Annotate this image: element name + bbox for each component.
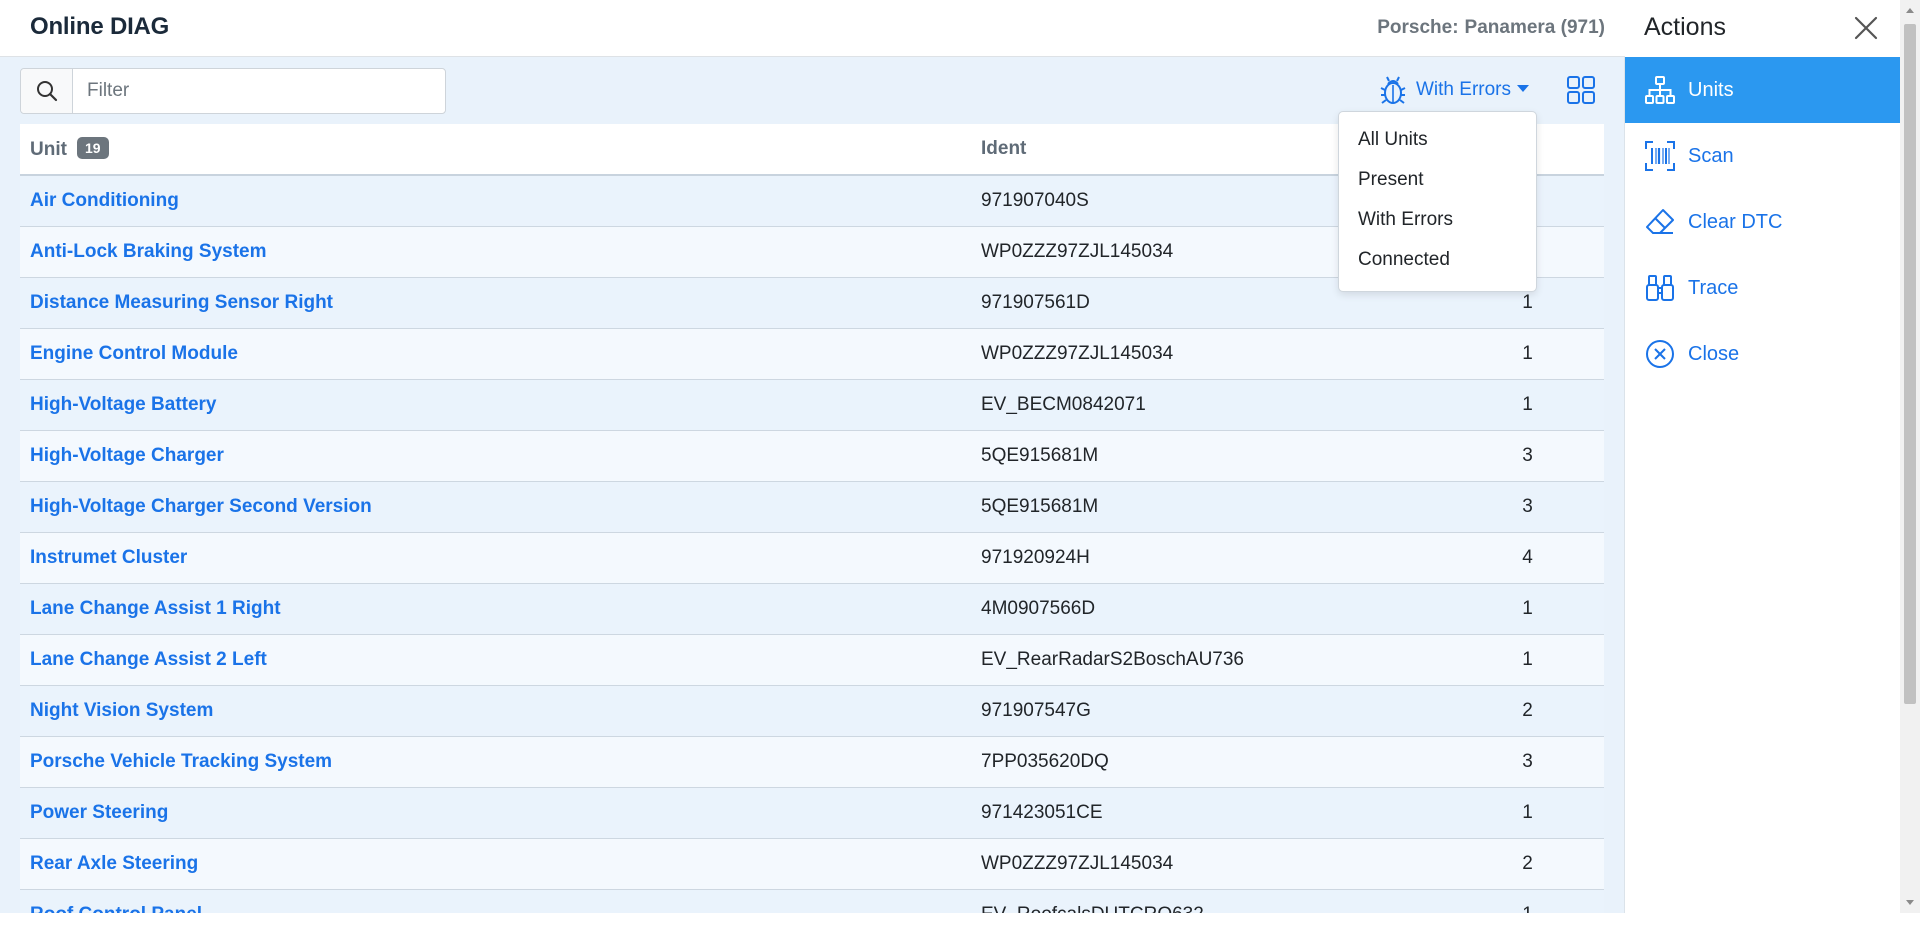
table-row[interactable]: High-Voltage Battery EV_BECM0842071 1 bbox=[20, 379, 1604, 430]
unit-link[interactable]: Lane Change Assist 1 Right bbox=[20, 583, 971, 634]
ident-cell: WP0ZZZ97ZJL145034 bbox=[981, 342, 1174, 364]
vehicle-brand: Porsche: bbox=[1377, 17, 1459, 38]
ident-cell: EV_BECM0842071 bbox=[981, 393, 1146, 415]
table-row[interactable]: Rear Axle Steering WP0ZZZ97ZJL145034 2 bbox=[20, 838, 1604, 889]
unit-link[interactable]: High-Voltage Battery bbox=[20, 379, 971, 430]
unit-link[interactable]: Engine Control Module bbox=[20, 328, 971, 379]
unit-link[interactable]: High-Voltage Charger bbox=[20, 430, 971, 481]
dtc-count-cell: 1 bbox=[1522, 648, 1533, 670]
top-bar: Online DIAG Porsche: Panamera (971) bbox=[0, 0, 1625, 57]
barcode-scan-icon bbox=[1644, 140, 1676, 172]
actions-header: Actions bbox=[1625, 0, 1900, 57]
action-trace[interactable]: Trace bbox=[1625, 255, 1900, 321]
dtc-count-cell: 4 bbox=[1522, 546, 1533, 568]
close-icon[interactable] bbox=[1852, 14, 1880, 42]
table-row[interactable]: High-Voltage Charger Second Version 5QE91… bbox=[20, 481, 1604, 532]
action-close[interactable]: Close bbox=[1625, 321, 1900, 387]
unit-link[interactable]: Distance Measuring Sensor Right bbox=[20, 277, 971, 328]
menu-item-with-errors[interactable]: With Errors bbox=[1339, 200, 1536, 240]
ident-cell: 4M0907566D bbox=[981, 597, 1096, 619]
dtc-count-cell: 1 bbox=[1522, 597, 1533, 619]
chevron-down-icon bbox=[1517, 84, 1529, 92]
action-scan-label: Scan bbox=[1688, 144, 1734, 167]
column-header-unit-label: Unit bbox=[30, 139, 67, 160]
dtc-count-cell: 1 bbox=[1522, 801, 1533, 823]
circle-x-icon bbox=[1644, 338, 1676, 370]
ident-cell: 5QE915681M bbox=[981, 495, 1099, 517]
unit-link[interactable]: Power Steering bbox=[20, 787, 971, 838]
unit-link[interactable]: High-Voltage Charger Second Version bbox=[20, 481, 971, 532]
search-icon[interactable] bbox=[21, 69, 73, 113]
action-clear-dtc[interactable]: Clear DTC bbox=[1625, 189, 1900, 255]
scrollbar-thumb[interactable] bbox=[1904, 24, 1916, 704]
vehicle-model: Panamera (971) bbox=[1464, 17, 1605, 38]
action-units-label: Units bbox=[1688, 78, 1734, 101]
actions-panel: Actions Units Scan Clear DTC Trace Close bbox=[1625, 0, 1900, 913]
action-scan[interactable]: Scan bbox=[1625, 123, 1900, 189]
menu-item-present[interactable]: Present bbox=[1339, 160, 1536, 200]
unit-link[interactable]: Roof Control Panel bbox=[20, 889, 971, 914]
unit-link[interactable]: Rear Axle Steering bbox=[20, 838, 971, 889]
dtc-count-cell: 1 bbox=[1451, 889, 1604, 914]
sitemap-icon bbox=[1644, 74, 1676, 106]
action-trace-label: Trace bbox=[1688, 276, 1739, 299]
ident-cell: EV_RearRadarS2BoschAU736 bbox=[981, 648, 1244, 670]
bottom-strip bbox=[0, 913, 1920, 941]
unit-link[interactable]: Porsche Vehicle Tracking System bbox=[20, 736, 971, 787]
dtc-count-cell: 2 bbox=[1522, 852, 1533, 874]
table-row[interactable]: Night Vision System 971907547G 2 bbox=[20, 685, 1604, 736]
ident-cell: EV_RoofcalsDUTCRO632 bbox=[971, 889, 1451, 914]
grid-view-icon[interactable] bbox=[1566, 75, 1596, 105]
table-row[interactable]: Instrumet Cluster 971920924H 4 bbox=[20, 532, 1604, 583]
unit-link[interactable]: Night Vision System bbox=[20, 685, 971, 736]
bug-icon bbox=[1380, 75, 1406, 105]
table-row[interactable]: Lane Change Assist 2 Left EV_RearRadarS2B… bbox=[20, 634, 1604, 685]
dtc-count-cell: 1 bbox=[1522, 393, 1533, 415]
scroll-up-icon[interactable] bbox=[1906, 8, 1914, 13]
errors-filter-dropdown-button[interactable]: With Errors bbox=[1380, 72, 1529, 108]
ident-cell: 971920924H bbox=[981, 546, 1090, 568]
main-area: Online DIAG Porsche: Panamera (971) Filt… bbox=[0, 0, 1625, 913]
menu-item-connected[interactable]: Connected bbox=[1339, 240, 1536, 280]
menu-item-all-units[interactable]: All Units bbox=[1339, 120, 1536, 160]
scroll-down-icon[interactable] bbox=[1906, 900, 1914, 905]
filter-group bbox=[20, 68, 446, 114]
binoculars-icon bbox=[1644, 272, 1676, 304]
ident-cell: 5QE915681M bbox=[981, 444, 1099, 466]
table-row[interactable]: Roof Control PanelEV_RoofcalsDUTCRO6321 bbox=[20, 889, 1604, 913]
ident-cell: 7PP035620DQ bbox=[981, 750, 1109, 772]
dtc-count-cell: 3 bbox=[1522, 495, 1533, 517]
eraser-icon bbox=[1644, 206, 1676, 238]
table-row[interactable]: Porsche Vehicle Tracking System 7PP035620… bbox=[20, 736, 1604, 787]
vehicle-info: Porsche: Panamera (971) bbox=[1377, 17, 1605, 39]
ident-cell: 971423051CE bbox=[981, 801, 1103, 823]
ident-cell: WP0ZZZ97ZJL145034 bbox=[981, 852, 1174, 874]
unit-count-badge: 19 bbox=[76, 137, 109, 159]
dtc-count-cell: 3 bbox=[1522, 750, 1533, 772]
unit-link[interactable]: Anti-Lock Braking System bbox=[20, 226, 971, 277]
app-title: Online DIAG bbox=[30, 13, 170, 40]
errors-filter-menu: All Units Present With Errors Connected bbox=[1338, 111, 1537, 292]
vertical-scrollbar[interactable] bbox=[1900, 0, 1920, 913]
table-row[interactable]: Power Steering 971423051CE 1 bbox=[20, 787, 1604, 838]
unit-link[interactable]: Lane Change Assist 2 Left bbox=[20, 634, 971, 685]
table-row[interactable]: High-Voltage Charger 5QE915681M 3 bbox=[20, 430, 1604, 481]
app-window: Online DIAG Porsche: Panamera (971) Filt… bbox=[0, 0, 1920, 941]
filter-input[interactable] bbox=[73, 69, 445, 113]
dtc-count-cell: 3 bbox=[1522, 444, 1533, 466]
unit-link[interactable]: Instrumet Cluster bbox=[20, 532, 971, 583]
column-header-unit[interactable]: Unit 19 bbox=[20, 124, 971, 175]
action-close-label: Close bbox=[1688, 342, 1740, 365]
dtc-count-cell: 2 bbox=[1522, 699, 1533, 721]
action-clear-dtc-label: Clear DTC bbox=[1688, 210, 1783, 233]
action-units[interactable]: Units bbox=[1625, 57, 1900, 123]
errors-filter-label: With Errors bbox=[1416, 79, 1511, 100]
ident-cell: 971907547G bbox=[981, 699, 1091, 721]
unit-link[interactable]: Air Conditioning bbox=[20, 175, 971, 226]
table-row[interactable]: Lane Change Assist 1 Right 4M0907566D 1 bbox=[20, 583, 1604, 634]
actions-title: Actions bbox=[1644, 13, 1726, 41]
dtc-count-cell: 1 bbox=[1522, 342, 1533, 364]
table-row[interactable]: Engine Control Module WP0ZZZ97ZJL145034 1 bbox=[20, 328, 1604, 379]
